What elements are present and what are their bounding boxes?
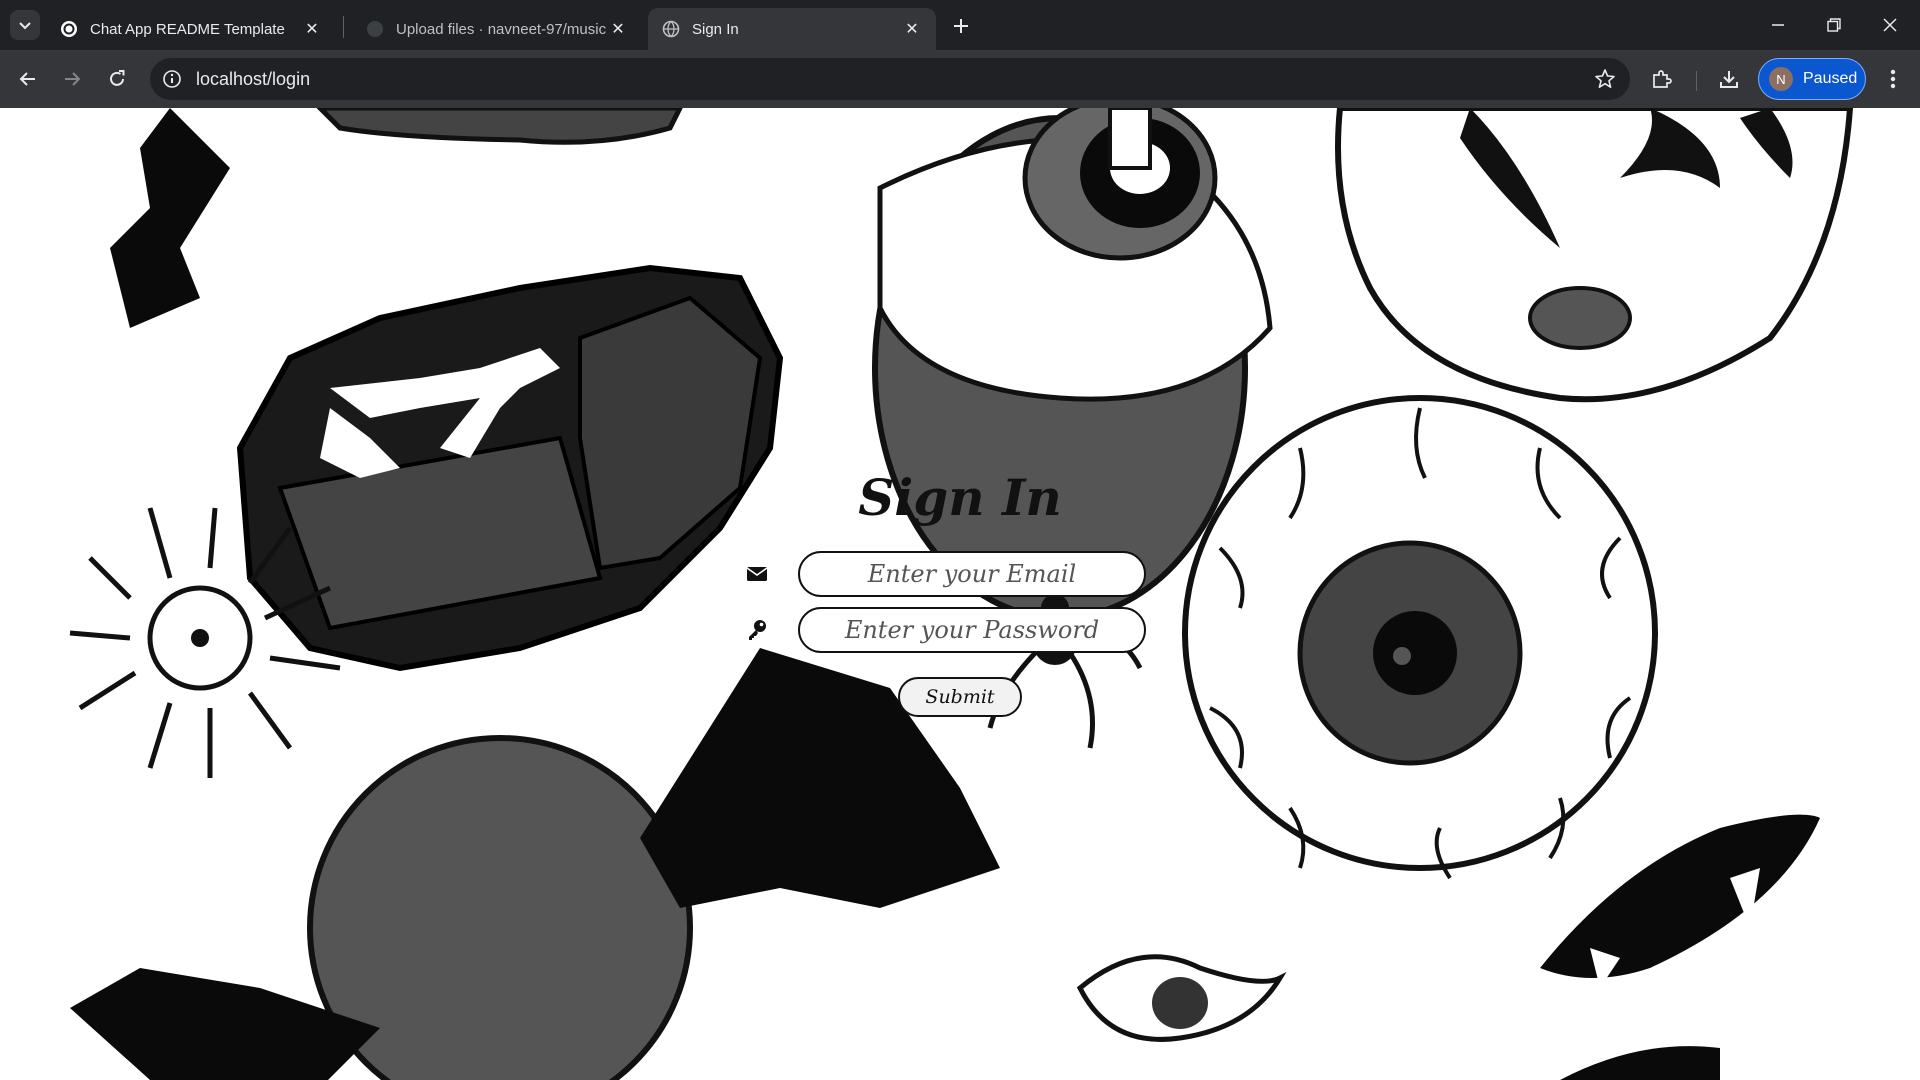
openai-icon [60,20,78,38]
tab-sign-in[interactable]: Sign In ✕ [648,8,936,50]
plus-icon [954,19,968,33]
minimize-button[interactable] [1750,8,1806,42]
avatar: N [1769,67,1793,91]
browser-toolbar: localhost/login N Paused [0,50,1920,108]
email-field-row [740,551,1160,597]
tab-title: Upload files · navneet-97/music [396,20,607,38]
password-input[interactable] [798,607,1146,653]
star-icon[interactable] [1594,68,1616,90]
email-input[interactable] [798,551,1146,597]
reload-button[interactable] [101,63,133,95]
github-icon [366,20,384,38]
minimize-icon [1772,24,1784,26]
extensions-button[interactable] [1649,66,1675,92]
close-window-button[interactable] [1862,8,1918,42]
restore-button[interactable] [1806,8,1862,42]
download-icon [1720,71,1738,88]
url-text[interactable]: localhost/login [196,69,310,90]
tab-separator [343,16,344,38]
restore-icon [1827,18,1841,32]
reload-icon [110,70,125,86]
downloads-button[interactable] [1716,66,1742,92]
close-icon[interactable]: ✕ [302,19,322,39]
new-tab-button[interactable] [947,12,975,40]
puzzle-icon [1653,70,1672,88]
tab-title: Sign In [692,20,739,38]
tab-strip: Chat App README Template ✕ Upload files … [0,0,1920,50]
page-title: Sign In [858,468,1062,527]
close-icon [1883,18,1897,32]
toolbar-divider [1696,71,1697,91]
tab-chat-app-readme[interactable]: Chat App README Template ✕ [46,8,336,50]
chevron-down-icon [19,22,31,30]
tab-search-button[interactable] [10,10,40,40]
profile-button[interactable]: N Paused [1758,58,1866,100]
password-field-row [740,607,1160,653]
globe-icon [662,20,680,38]
address-bar[interactable]: localhost/login [150,58,1630,100]
browser-menu-button[interactable] [1880,66,1906,92]
page-viewport: Sign In Submit [0,108,1920,1080]
more-vertical-icon [1890,69,1896,89]
profile-status-label: Paused [1803,70,1858,87]
arrow-left-icon [19,72,35,86]
close-icon[interactable]: ✕ [902,19,922,39]
tab-upload-files[interactable]: Upload files · navneet-97/music ✕ [352,8,642,50]
key-icon [749,620,766,640]
info-icon[interactable] [162,69,182,89]
submit-button[interactable]: Submit [898,677,1022,717]
close-icon[interactable]: ✕ [608,19,628,39]
forward-button[interactable] [56,63,88,95]
arrow-right-icon [65,72,81,86]
envelope-icon [746,567,768,581]
back-button[interactable] [12,63,44,95]
tab-title: Chat App README Template [90,20,285,38]
